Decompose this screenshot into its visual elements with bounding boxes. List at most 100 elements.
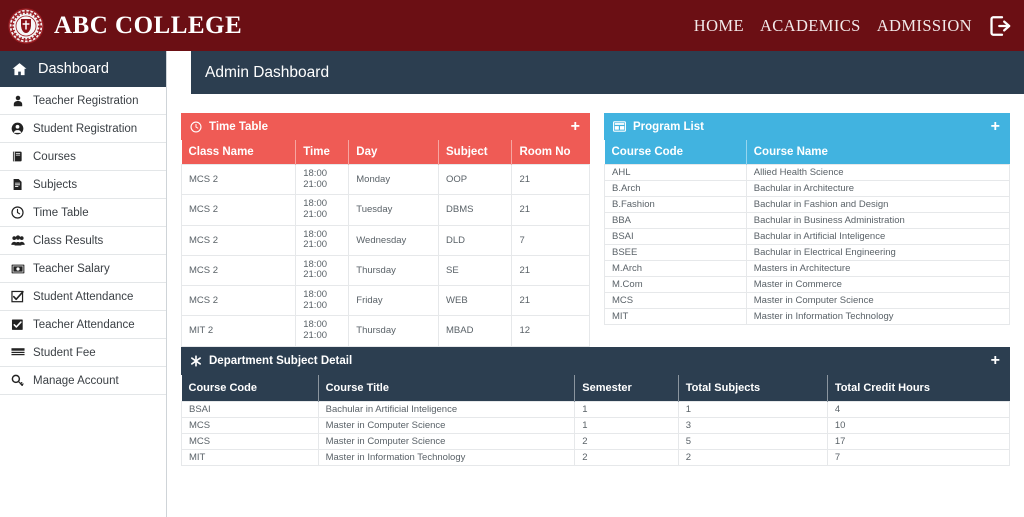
table-row[interactable]: BBABachular in Business Administration bbox=[605, 213, 1010, 229]
table-row[interactable]: BSAIBachular in Artificial Inteligence bbox=[605, 229, 1010, 245]
sign-out-icon[interactable] bbox=[990, 15, 1014, 37]
user-circle-icon bbox=[9, 122, 26, 135]
cell-course-name: Bachular in Fashion and Design bbox=[746, 197, 1009, 213]
sidebar-item-teacher-registration[interactable]: Teacher Registration bbox=[0, 87, 166, 115]
cell-course-code: M.Arch bbox=[605, 261, 747, 277]
sidebar-item-time-table[interactable]: Time Table bbox=[0, 199, 166, 227]
cell-subject: DBMS bbox=[439, 195, 512, 225]
cell-total-credit-hours: 4 bbox=[827, 402, 1009, 418]
timetable-add-button[interactable]: + bbox=[571, 119, 580, 135]
table-row[interactable]: M.ArchMasters in Architecture bbox=[605, 261, 1010, 277]
sidebar-item-subjects[interactable]: Subjects bbox=[0, 171, 166, 199]
table-row[interactable]: MCS 2 18:0021:00 Thursday SE 21 bbox=[182, 255, 590, 285]
cell-course-code: MIT bbox=[182, 450, 319, 466]
cell-semester: 1 bbox=[575, 402, 679, 418]
sidebar-item-manage-account[interactable]: Manage Account bbox=[0, 367, 166, 395]
column-header-total-subjects[interactable]: Total Subjects bbox=[678, 375, 827, 402]
cell-time: 18:0021:00 bbox=[296, 286, 349, 316]
cell-time: 18:0021:00 bbox=[296, 255, 349, 285]
column-header-course-code[interactable]: Course Code bbox=[182, 375, 319, 402]
sidebar-item-student-registration[interactable]: Student Registration bbox=[0, 115, 166, 143]
table-row[interactable]: MCS Master in Computer Science 1 3 10 bbox=[182, 418, 1010, 434]
sidebar-item-courses[interactable]: Courses bbox=[0, 143, 166, 171]
table-row[interactable]: AHLAllied Health Science bbox=[605, 165, 1010, 181]
programlist-body: AHLAllied Health Science B.ArchBachular … bbox=[605, 165, 1010, 325]
table-row[interactable]: MITMaster in Information Technology bbox=[605, 309, 1010, 325]
sidebar-item-teacher-salary[interactable]: Teacher Salary bbox=[0, 255, 166, 283]
cell-course-code: MCS bbox=[605, 293, 747, 309]
table-row[interactable]: MCS Master in Computer Science 2 5 17 bbox=[182, 434, 1010, 450]
sidebar-item-label: Student Attendance bbox=[33, 291, 133, 303]
cell-subject: DLD bbox=[439, 225, 512, 255]
column-header-class-name[interactable]: Class Name bbox=[182, 140, 296, 165]
nav-link-admission[interactable]: ADMISSION bbox=[877, 16, 972, 36]
brand[interactable]: ABC COLLEGE bbox=[0, 8, 242, 44]
sidebar-item-student-attendance[interactable]: Student Attendance bbox=[0, 283, 166, 311]
column-header-course-code[interactable]: Course Code bbox=[605, 140, 747, 165]
table-row[interactable]: MCS 2 18:0021:00 Wednesday DLD 7 bbox=[182, 225, 590, 255]
column-header-day[interactable]: Day bbox=[349, 140, 439, 165]
timetable-panel-title: Time Table bbox=[209, 121, 268, 133]
column-header-time[interactable]: Time bbox=[296, 140, 349, 165]
table-row[interactable]: MIT 2 18:0021:00 Thursday MBAD 12 bbox=[182, 316, 590, 346]
table-row[interactable]: MIT Master in Information Technology 2 2… bbox=[182, 450, 1010, 466]
cell-class-name: MCS 2 bbox=[182, 255, 296, 285]
cell-class-name: MIT 2 bbox=[182, 316, 296, 346]
table-row[interactable]: B.FashionBachular in Fashion and Design bbox=[605, 197, 1010, 213]
table-row[interactable]: MCSMaster in Computer Science bbox=[605, 293, 1010, 309]
college-seal-icon bbox=[8, 8, 44, 44]
sidebar-item-dashboard[interactable]: Dashboard bbox=[0, 51, 166, 87]
sidebar-item-teacher-attendance[interactable]: Teacher Attendance bbox=[0, 311, 166, 339]
department-add-button[interactable]: + bbox=[991, 353, 1000, 369]
column-header-subject[interactable]: Subject bbox=[439, 140, 512, 165]
cell-total-subjects: 2 bbox=[678, 450, 827, 466]
sidebar-item-label: Class Results bbox=[33, 235, 103, 247]
table-row[interactable]: M.ComMaster in Commerce bbox=[605, 277, 1010, 293]
cell-course-name: Bachular in Artificial Inteligence bbox=[746, 229, 1009, 245]
book-icon bbox=[9, 150, 26, 163]
table-row[interactable]: BSEEBachular in Electrical Engineering bbox=[605, 245, 1010, 261]
column-header-course-name[interactable]: Course Name bbox=[746, 140, 1009, 165]
sidebar-item-label: Teacher Salary bbox=[33, 263, 110, 275]
asterisk-icon bbox=[190, 355, 202, 367]
cell-course-title: Master in Computer Science bbox=[318, 418, 575, 434]
cell-time-end: 21:00 bbox=[303, 210, 341, 221]
table-row[interactable]: B.ArchBachular in Architecture bbox=[605, 181, 1010, 197]
cell-total-subjects: 3 bbox=[678, 418, 827, 434]
programlist-add-button[interactable]: + bbox=[991, 119, 1000, 135]
column-header-room-no[interactable]: Room No bbox=[512, 140, 590, 165]
table-row[interactable]: MCS 2 18:0021:00 Monday OOP 21 bbox=[182, 165, 590, 195]
cell-time-end: 21:00 bbox=[303, 301, 341, 312]
cell-semester: 2 bbox=[575, 434, 679, 450]
cell-time: 18:0021:00 bbox=[296, 165, 349, 195]
clock-icon bbox=[9, 206, 26, 219]
cell-course-name: Allied Health Science bbox=[746, 165, 1009, 181]
programlist-panel-header: Program List + bbox=[604, 113, 1010, 140]
sidebar-item-label: Manage Account bbox=[33, 375, 119, 387]
brand-name: ABC COLLEGE bbox=[54, 12, 242, 40]
table-row[interactable]: MCS 2 18:0021:00 Tuesday DBMS 21 bbox=[182, 195, 590, 225]
column-header-total-credit-hours[interactable]: Total Credit Hours bbox=[827, 375, 1009, 402]
nav-link-academics[interactable]: ACADEMICS bbox=[760, 16, 861, 36]
top-header-bar: ABC COLLEGE HOME ACADEMICS ADMISSION bbox=[0, 0, 1024, 51]
top-navigation: HOME ACADEMICS ADMISSION bbox=[694, 15, 1024, 37]
nav-link-home[interactable]: HOME bbox=[694, 16, 744, 36]
cell-room-no: 21 bbox=[512, 255, 590, 285]
table-row[interactable]: MCS 2 18:0021:00 Friday WEB 21 bbox=[182, 286, 590, 316]
cell-class-name: MCS 2 bbox=[182, 286, 296, 316]
home-icon bbox=[10, 62, 29, 77]
cell-course-code: M.Com bbox=[605, 277, 747, 293]
cell-semester: 2 bbox=[575, 450, 679, 466]
column-header-course-title[interactable]: Course Title bbox=[318, 375, 575, 402]
cell-course-code: MIT bbox=[605, 309, 747, 325]
column-header-semester[interactable]: Semester bbox=[575, 375, 679, 402]
table-header-row: Course Code Course Name bbox=[605, 140, 1010, 165]
table-row[interactable]: BSAI Bachular in Artificial Inteligence … bbox=[182, 402, 1010, 418]
department-subject-body: BSAI Bachular in Artificial Inteligence … bbox=[182, 402, 1010, 466]
sidebar-item-class-results[interactable]: Class Results bbox=[0, 227, 166, 255]
cell-subject: MBAD bbox=[439, 316, 512, 346]
table-header-row: Course Code Course Title Semester Total … bbox=[182, 375, 1010, 402]
cell-time: 18:0021:00 bbox=[296, 225, 349, 255]
sidebar-item-label: Subjects bbox=[33, 179, 77, 191]
sidebar-item-student-fee[interactable]: Student Fee bbox=[0, 339, 166, 367]
